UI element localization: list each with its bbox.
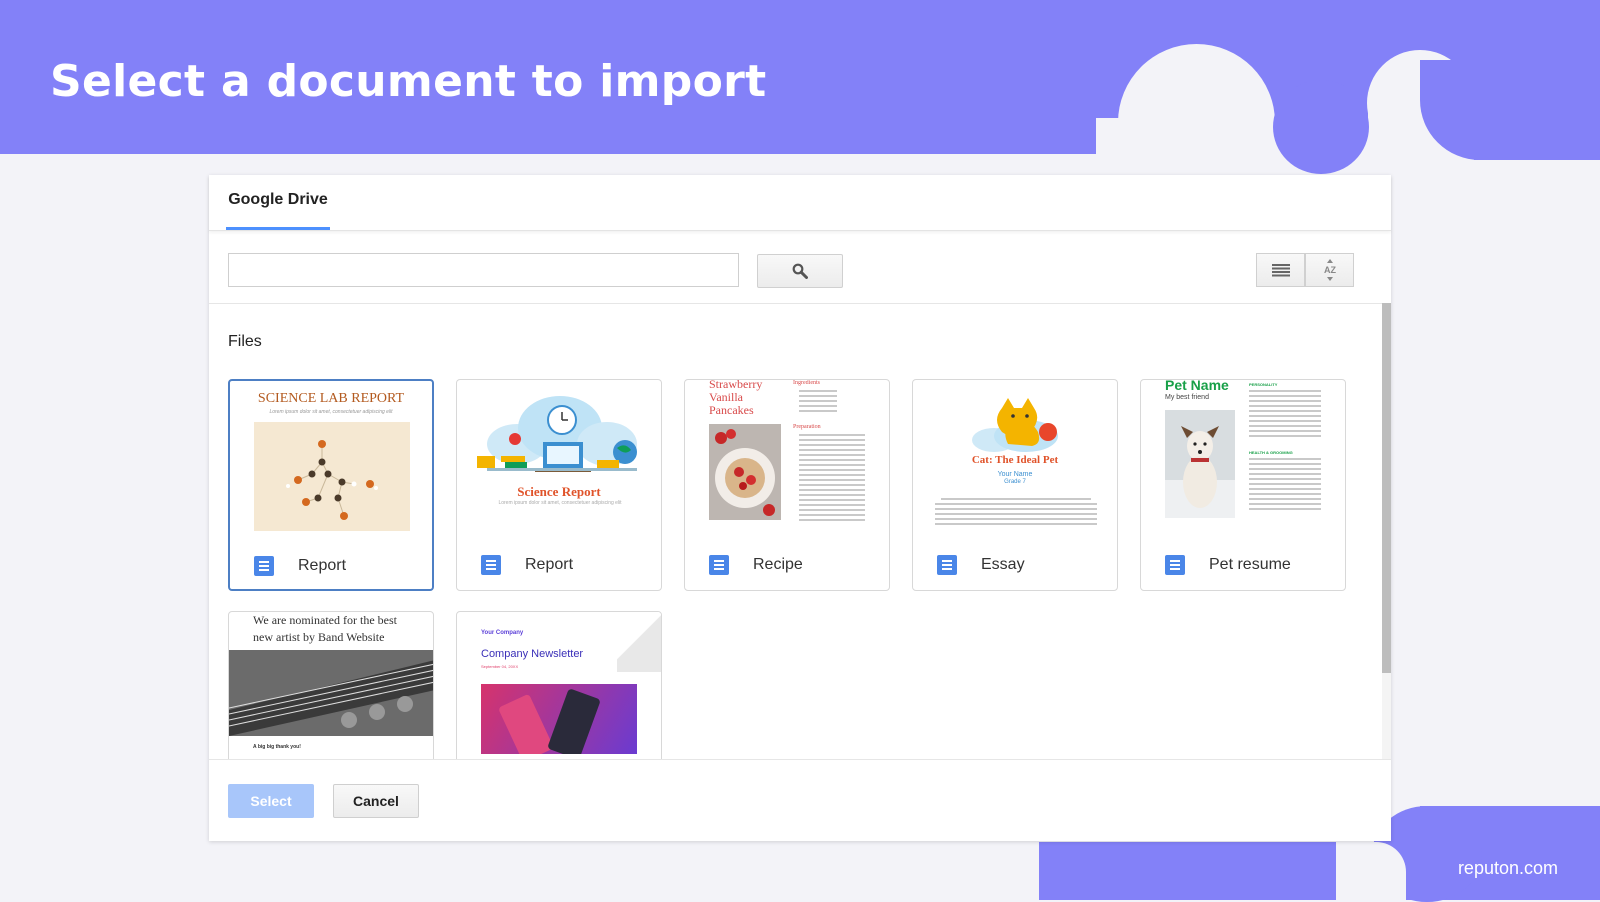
file-name: Report [298, 557, 347, 574]
thumbnail-title: Cat: The Ideal Pet [971, 454, 1059, 466]
file-name: Essay [981, 556, 1025, 573]
footer-band [1420, 806, 1600, 846]
file-card-footer: Report [457, 538, 661, 590]
file-card-newsletter[interactable]: Your Company Company Newsletter Septembe… [456, 611, 662, 759]
file-thumbnail: Cat: The Ideal Pet Your Name Grade 7 [913, 380, 1117, 538]
section-label: Files [228, 333, 262, 350]
file-card-footer: Pet resume [1141, 538, 1345, 590]
list-view-icon [1271, 264, 1290, 277]
brand-name: reputon.com [1457, 858, 1558, 878]
thumbnail-date: September 04, 20XX [481, 664, 519, 669]
select-button[interactable]: Select [228, 784, 314, 818]
search-button[interactable] [757, 254, 843, 288]
google-docs-icon [1165, 555, 1185, 575]
sort-button[interactable]: AZ [1305, 253, 1354, 287]
search-input[interactable] [228, 253, 739, 287]
file-name: Pet resume [1209, 556, 1291, 573]
thumbnail-subtitle: Lorem ipsum dolor sit amet, consectetuer… [498, 500, 622, 506]
cancel-button[interactable]: Cancel [333, 784, 419, 818]
thumbnail-grade: Grade 7 [1004, 479, 1026, 485]
page-fold-decoration [617, 612, 661, 672]
thumbnail-title: Pet Name [1165, 380, 1229, 393]
dialog-actions: Select Cancel [209, 759, 1391, 842]
file-name: Recipe [753, 556, 803, 573]
dog-photo [1165, 410, 1235, 518]
file-card-essay[interactable]: Cat: The Ideal Pet Your Name Grade 7 Ess… [912, 379, 1118, 591]
resume-section-label: PERSONALITY [1249, 382, 1278, 387]
thumbnail-title: We are nominated for the best new artist… [253, 613, 397, 644]
file-thumbnail: SCIENCE LAB REPORT Lorem ipsum dolor sit… [230, 381, 432, 539]
thumbnail-title: Science Report [517, 484, 601, 499]
file-thumbnail: Strawberry Vanilla Pancakes Ingredients … [685, 380, 889, 538]
file-browser: Files SCIENCE LAB REPORT Lorem ipsum dol… [209, 303, 1391, 759]
scrollbar-thumb[interactable] [1382, 303, 1391, 673]
thumbnail-title: Company Newsletter [481, 648, 584, 660]
thumbnail-subtitle: Lorem ipsum dolor sit amet, consectetuer… [269, 409, 393, 415]
thumbnail-caption: A big big thank you! [253, 744, 301, 750]
file-card-footer: Report [230, 539, 432, 589]
recipe-section-label: Preparation [793, 424, 821, 430]
google-docs-icon [254, 556, 274, 576]
resume-text-lines [1249, 458, 1321, 513]
thumbnail-company: Your Company [481, 630, 524, 636]
recipe-text-lines [799, 434, 865, 524]
file-thumbnail: We are nominated for the best new artist… [229, 612, 433, 759]
thumbnail-photo [481, 684, 637, 759]
guitar-photo [229, 650, 433, 736]
resume-text-lines [1249, 390, 1321, 440]
science-illustration [477, 396, 637, 472]
phones-photo [499, 689, 600, 759]
decorative-blob [1336, 842, 1406, 902]
scrollbar[interactable] [1382, 303, 1391, 759]
thumbnail-image [254, 422, 410, 531]
search-icon [792, 263, 808, 279]
import-dialog: Google Drive AZ Files SCIENCE LAB REPORT… [209, 175, 1391, 841]
svg-text:AZ: AZ [1324, 265, 1336, 275]
recipe-section-label: Ingredients [793, 380, 820, 386]
tab-google-drive[interactable]: Google Drive [226, 175, 330, 230]
file-card-recipe[interactable]: Strawberry Vanilla Pancakes Ingredients … [684, 379, 890, 591]
pancakes-photo [709, 424, 781, 520]
file-card-pet-resume[interactable]: Pet Name My best friend PERSONALITY HEAL… [1140, 379, 1346, 591]
sort-az-icon: AZ [1324, 259, 1336, 281]
thumbnail-photo [229, 650, 433, 736]
file-card-footer: Recipe [685, 538, 889, 590]
toolbar: AZ [209, 235, 1391, 304]
google-docs-icon [481, 555, 501, 575]
thumbnail-subtitle: My best friend [1165, 394, 1209, 401]
thumbnail-title: SCIENCE LAB REPORT [257, 391, 405, 406]
thumbnail-photo [1165, 410, 1235, 518]
file-name: Report [525, 556, 574, 573]
molecule-illustration [286, 440, 378, 520]
google-docs-icon [937, 555, 957, 575]
list-view-button[interactable] [1256, 253, 1305, 287]
page-title: Select a document to import [50, 56, 767, 107]
decorative-blob [1273, 80, 1369, 174]
essay-text-lines [935, 498, 1097, 528]
thumbnail-title: Strawberry Vanilla Pancakes [709, 380, 763, 417]
file-card-report[interactable]: Science Report Lorem ipsum dolor sit ame… [456, 379, 662, 591]
google-docs-icon [709, 555, 729, 575]
tab-bar: Google Drive [209, 175, 1391, 231]
thumbnail-subtitle: Your Name [997, 471, 1033, 478]
thumbnail-photo [709, 424, 781, 520]
resume-section-label: HEALTH & GROOMING [1249, 450, 1293, 455]
file-card-footer: Essay [913, 538, 1117, 590]
cat-illustration [972, 398, 1058, 452]
file-card-band[interactable]: We are nominated for the best new artist… [228, 611, 434, 759]
file-thumbnail: Pet Name My best friend PERSONALITY HEAL… [1141, 380, 1345, 538]
file-thumbnail: Science Report Lorem ipsum dolor sit ame… [457, 380, 661, 538]
file-card-report[interactable]: SCIENCE LAB REPORT Lorem ipsum dolor sit… [228, 379, 434, 591]
file-thumbnail: Your Company Company Newsletter Septembe… [457, 612, 661, 759]
recipe-text-lines [799, 390, 837, 415]
